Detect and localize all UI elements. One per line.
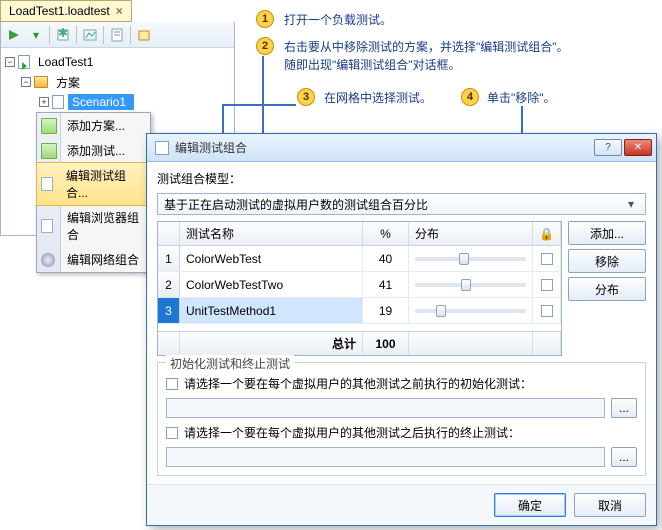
ctx-add-scenario[interactable]: 添加方案... <box>37 113 150 138</box>
callout-2-text-a: 右击要从中移除测试的方案，并选择"编辑测试组合"。 <box>284 38 569 55</box>
new-icon[interactable]: ✱ <box>53 25 73 45</box>
dialog-edit-test-mix: 编辑测试组合 ? ✕ 测试组合模型： 基于正在启动测试的虚拟用户数的测试组合百分… <box>146 133 657 526</box>
init-term-group: 初始化测试和终止测试 请选择一个要在每个虚拟用户的其他测试之前执行的初始化测试：… <box>157 362 646 476</box>
total-value: 100 <box>363 332 409 355</box>
settings-icon[interactable] <box>107 25 127 45</box>
test-pct[interactable]: 41 <box>363 272 409 297</box>
run-icon[interactable] <box>4 25 24 45</box>
scenario-icon <box>52 95 64 109</box>
callout-2-num: 2 <box>256 37 274 55</box>
callout-1-text: 打开一个负载测试。 <box>284 11 392 28</box>
model-value: 基于正在启动测试的虚拟用户数的测试组合百分比 <box>164 196 623 213</box>
th-pct[interactable]: % <box>363 222 409 245</box>
ok-button[interactable]: 确定 <box>494 493 566 517</box>
tree-scenario[interactable]: + Scenario1 <box>1 92 234 112</box>
svg-text:✱: ✱ <box>58 28 68 40</box>
ctx-edit-network-mix[interactable]: 编辑网络组合 <box>37 247 150 272</box>
tree-root[interactable]: − LoadTest1 <box>1 52 234 72</box>
tree-toolbar: ▾ ✱ <box>1 22 234 48</box>
table-row[interactable]: 2ColorWebTestTwo41 <box>158 272 561 298</box>
tab-title: LoadTest1.loadtest <box>9 4 110 18</box>
ctx-edit-test-mix[interactable]: 编辑测试组合... <box>36 162 151 206</box>
context-menu: 添加方案... 添加测试... 编辑测试组合... 编辑浏览器组合 编辑网络组合 <box>36 112 151 273</box>
th-name[interactable]: 测试名称 <box>180 222 363 245</box>
init-checkbox[interactable] <box>166 378 178 390</box>
row-number: 3 <box>158 298 180 323</box>
loadtest-icon <box>18 55 30 69</box>
test-pct[interactable]: 40 <box>363 246 409 271</box>
add-test-icon <box>41 143 57 159</box>
close-icon[interactable]: × <box>116 4 123 18</box>
group-title: 初始化测试和终止测试 <box>166 355 294 372</box>
edit-browser-mix-icon <box>41 219 53 233</box>
callout-4-num: 4 <box>461 88 479 106</box>
term-browse-button[interactable]: ... <box>611 447 637 467</box>
counter-icon[interactable] <box>80 25 100 45</box>
lock-checkbox[interactable] <box>533 272 561 297</box>
callout-2-line <box>262 56 264 141</box>
dist-slider[interactable] <box>409 246 533 271</box>
table-row[interactable]: 1ColorWebTest40 <box>158 246 561 272</box>
ctx-edit-browser-mix[interactable]: 编辑浏览器组合 <box>37 205 150 247</box>
expand-icon[interactable]: + <box>39 97 49 107</box>
row-number: 1 <box>158 246 180 271</box>
callout-3-text: 在网格中选择测试。 <box>324 89 432 106</box>
model-combo[interactable]: 基于正在启动测试的虚拟用户数的测试组合百分比 ▾ <box>157 193 646 215</box>
cancel-button[interactable]: 取消 <box>574 493 646 517</box>
edit-test-mix-icon <box>41 177 53 191</box>
init-textbox[interactable] <box>166 398 605 418</box>
model-label: 测试组合模型： <box>157 170 241 187</box>
lock-icon[interactable]: 🔒 <box>533 222 561 245</box>
add-button[interactable]: 添加... <box>568 221 646 245</box>
tree-scenario-label: Scenario1 <box>68 94 134 110</box>
add-scenario-icon <box>41 118 57 134</box>
total-label: 总计 <box>180 332 363 355</box>
callout-4-text: 单击"移除"。 <box>487 89 556 106</box>
dialog-icon <box>155 141 169 155</box>
callout-2-text-b: 随即出现"编辑测试组合"对话框。 <box>284 56 461 73</box>
titlebar[interactable]: 编辑测试组合 ? ✕ <box>147 134 656 162</box>
test-mix-table: 测试名称 % 分布 🔒 1ColorWebTest402ColorWebTest… <box>157 221 562 356</box>
table-row[interactable]: 3UnitTestMethod119 <box>158 298 561 324</box>
test-pct[interactable]: 19 <box>363 298 409 323</box>
lock-checkbox[interactable] <box>533 298 561 323</box>
run-dropdown-icon[interactable]: ▾ <box>26 25 46 45</box>
init-browse-button[interactable]: ... <box>611 398 637 418</box>
callout-3-num: 3 <box>297 88 315 106</box>
lock-checkbox[interactable] <box>533 246 561 271</box>
th-dist[interactable]: 分布 <box>409 222 533 245</box>
tree-root-label: LoadTest1 <box>34 54 97 70</box>
edit-network-mix-icon <box>41 253 55 267</box>
tree-folder[interactable]: − 方案 <box>1 72 234 92</box>
term-checkbox[interactable] <box>166 427 178 439</box>
test-name[interactable]: ColorWebTest <box>180 246 363 271</box>
tab-loadtest[interactable]: LoadTest1.loadtest × <box>0 0 132 22</box>
distribute-button[interactable]: 分布 <box>568 277 646 301</box>
dist-slider[interactable] <box>409 298 533 323</box>
tree-folder-label: 方案 <box>52 73 84 92</box>
init-label: 请选择一个要在每个虚拟用户的其他测试之前执行的初始化测试： <box>184 375 532 392</box>
collapse-icon[interactable]: − <box>21 77 31 87</box>
term-label: 请选择一个要在每个虚拟用户的其他测试之后执行的终止测试： <box>184 424 520 441</box>
chevron-down-icon: ▾ <box>623 197 639 211</box>
collapse-icon[interactable]: − <box>5 57 15 67</box>
repo-icon[interactable] <box>134 25 154 45</box>
remove-button[interactable]: 移除 <box>568 249 646 273</box>
close-button[interactable]: ✕ <box>624 139 652 156</box>
help-button[interactable]: ? <box>594 139 622 156</box>
callout-1-num: 1 <box>256 10 274 28</box>
dialog-title: 编辑测试组合 <box>175 139 592 156</box>
ctx-add-test[interactable]: 添加测试... <box>37 138 150 163</box>
row-number: 2 <box>158 272 180 297</box>
term-textbox[interactable] <box>166 447 605 467</box>
dist-slider[interactable] <box>409 272 533 297</box>
test-name[interactable]: UnitTestMethod1 <box>180 298 363 323</box>
callout-3-line-h <box>222 104 296 106</box>
folder-icon <box>34 76 48 88</box>
test-name[interactable]: ColorWebTestTwo <box>180 272 363 297</box>
